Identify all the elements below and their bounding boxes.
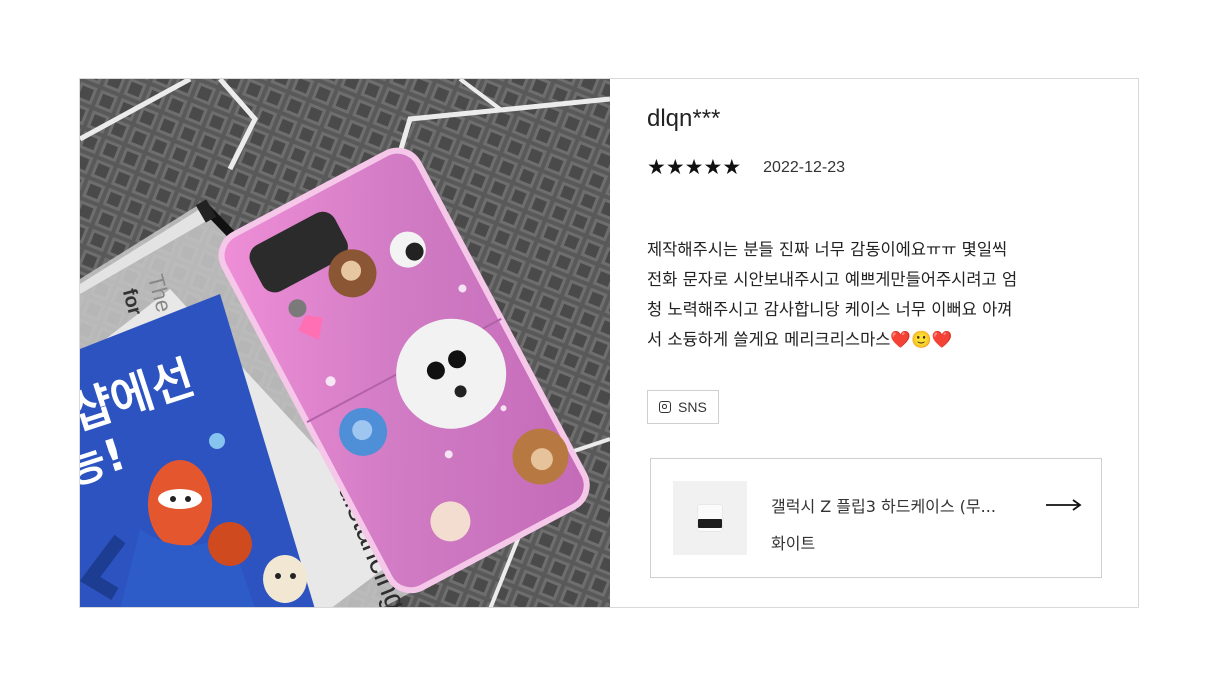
arrow-right-icon xyxy=(1046,499,1082,511)
review-text: 제작해주시는 분들 진짜 너무 감동이에요ㅠㅠ 몇일씩 전화 문자로 시안보내주… xyxy=(647,240,1018,349)
review-photo-image: 샵에선 능! distancing. The for xyxy=(80,79,610,607)
review-info: dlqn*** ★ ★ ★ ★ ★ 2022-12-23 제작해주시는 분들 진… xyxy=(647,79,1117,607)
star-icon: ★ xyxy=(684,156,704,179)
product-option: 화이트 xyxy=(771,534,816,553)
star-icon: ★ xyxy=(665,156,685,179)
product-thumbnail xyxy=(673,481,747,555)
instagram-icon xyxy=(659,401,671,413)
star-rating: ★ ★ ★ ★ ★ xyxy=(647,157,741,178)
star-icon: ★ xyxy=(647,156,666,179)
product-link[interactable]: 갤럭시 Z 플립3 하드케이스 (무... 화이트 xyxy=(650,458,1102,578)
product-name: 갤럭시 Z 플립3 하드케이스 (무... xyxy=(771,497,996,516)
review-date: 2022-12-23 xyxy=(763,158,845,176)
reviewer-username: dlqn*** xyxy=(647,105,721,132)
source-badge[interactable]: SNS xyxy=(647,390,719,424)
star-icon: ★ xyxy=(722,156,742,179)
phone-case-thumbnail-icon xyxy=(698,505,722,531)
source-badge-label: SNS xyxy=(678,399,707,415)
rating-row: ★ ★ ★ ★ ★ 2022-12-23 xyxy=(647,157,845,178)
review-card: 샵에선 능! distancing. The for xyxy=(79,78,1139,608)
star-icon: ★ xyxy=(703,156,723,179)
review-photo[interactable]: 샵에선 능! distancing. The for xyxy=(80,79,610,607)
